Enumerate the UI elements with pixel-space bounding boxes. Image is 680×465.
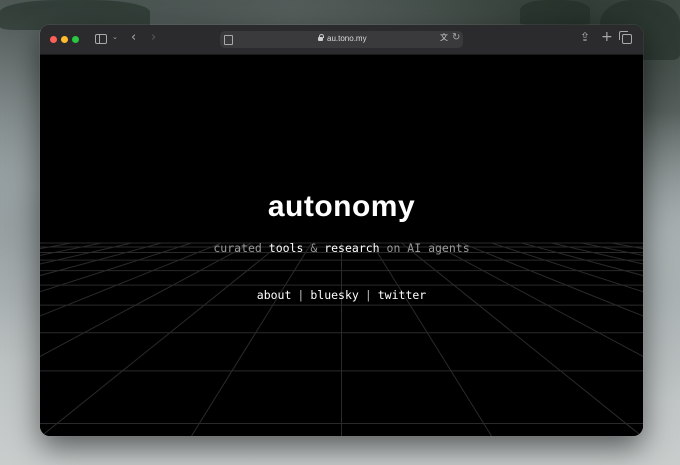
plus-icon[interactable]: + [601, 30, 613, 44]
zoom-window-button[interactable] [72, 36, 79, 43]
tagline-highlight-research: research [324, 241, 380, 255]
tagline-text: & [310, 241, 318, 255]
chevron-down-icon[interactable]: ⌄ [112, 34, 118, 41]
grid-line [40, 242, 252, 357]
link-separator: | [364, 288, 372, 302]
grid-line [461, 242, 643, 317]
nav-links: about | bluesky | twitter [40, 288, 643, 302]
lock-icon [318, 34, 324, 41]
browser-window: ⌄ ‹ › au.tono.my 文 ↻ ⇪ + autonomy curate… [40, 25, 643, 436]
share-icon[interactable]: ⇪ [580, 31, 590, 43]
minimize-window-button[interactable] [61, 36, 68, 43]
tabs-icon[interactable] [619, 31, 632, 44]
grid-line [401, 242, 642, 436]
browser-toolbar: ⌄ ‹ › au.tono.my 文 ↻ ⇪ + [40, 25, 643, 55]
grid-line [40, 242, 42, 244]
page-content: autonomy curated tools & research on AI … [40, 55, 643, 436]
grid-line [40, 242, 192, 293]
tagline: curated tools & research on AI agents [40, 241, 643, 255]
link-separator: | [297, 288, 305, 302]
grid-line [371, 242, 492, 436]
sidebar-icon[interactable] [95, 34, 107, 44]
translate-icon[interactable]: 文 [440, 34, 448, 42]
grid-line [40, 242, 222, 317]
reload-icon[interactable]: ↻ [452, 33, 460, 43]
tagline-text: curated [213, 241, 262, 255]
bluesky-link[interactable]: bluesky [310, 288, 358, 302]
twitter-link[interactable]: twitter [378, 288, 426, 302]
grid-line [611, 242, 643, 250]
tagline-text: on AI agents [386, 241, 470, 255]
back-icon[interactable]: ‹ [131, 31, 136, 44]
reader-icon[interactable] [224, 35, 233, 45]
tagline-highlight-tools: tools [268, 241, 304, 255]
url-text[interactable]: au.tono.my [327, 34, 367, 43]
close-window-button[interactable] [50, 36, 57, 43]
grid-line [431, 242, 643, 357]
page-title: autonomy [267, 190, 416, 223]
grid-line [491, 242, 643, 293]
forward-icon[interactable]: › [151, 31, 156, 44]
grid-line [41, 242, 282, 436]
grid-line [191, 242, 312, 436]
about-link[interactable]: about [257, 288, 292, 302]
grid-line [641, 242, 643, 244]
grid-line [40, 242, 72, 250]
